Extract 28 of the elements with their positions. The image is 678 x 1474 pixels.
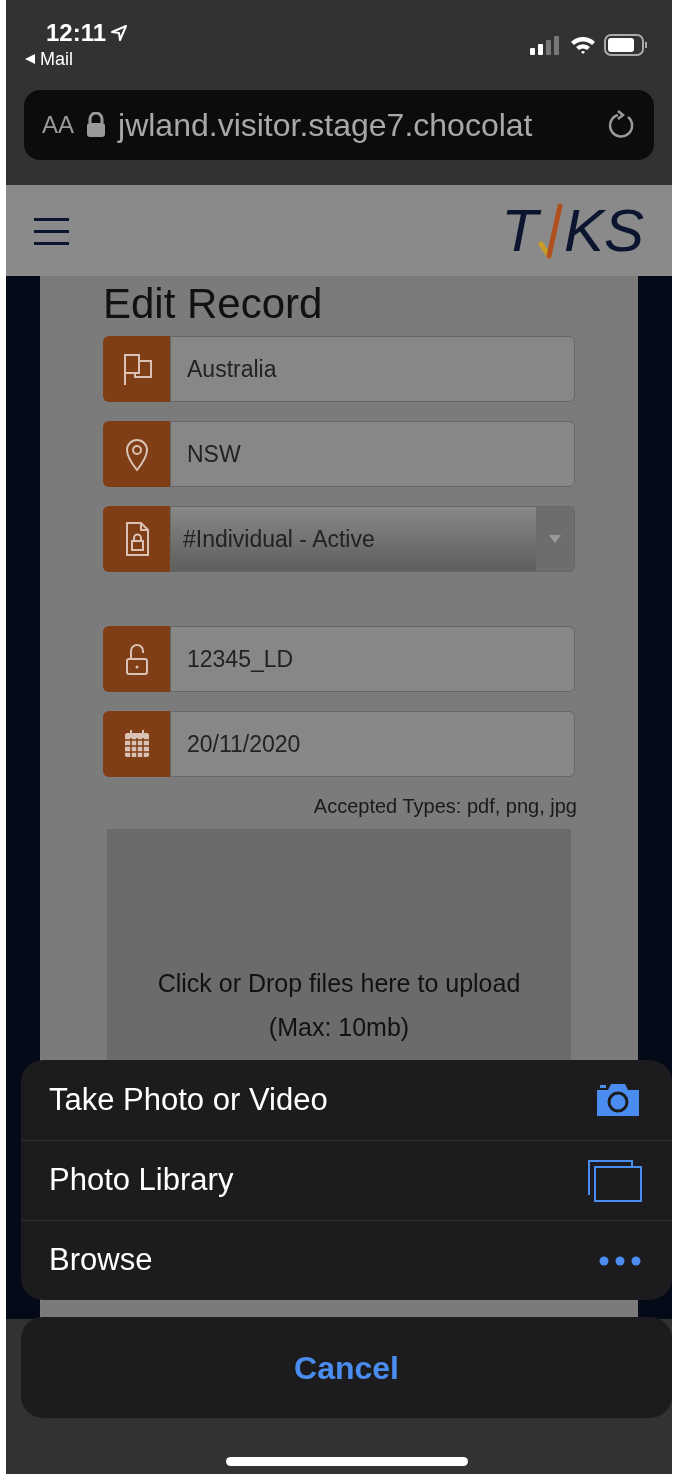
wifi-icon [570,35,596,55]
input-field[interactable]: Australia [170,336,575,402]
photo-stack-icon [588,1159,642,1202]
modal-title: Edit Record [103,280,324,328]
camera-icon [594,1082,642,1118]
back-triangle-icon[interactable] [24,53,36,65]
input-field[interactable]: NSW [170,421,575,487]
input-field[interactable]: 20/11/2020 [170,711,575,777]
dropdown-field[interactable]: #Individual - Active [170,506,575,572]
action-sheet-option[interactable]: Browse [21,1220,672,1300]
url-bar[interactable]: AA jwland.visitor.stage7.chocolat [24,90,654,160]
menu-icon[interactable] [34,215,70,246]
back-to-app-link[interactable]: Mail [40,48,73,70]
site-logo[interactable]: T KS [501,200,644,261]
accepted-types-note: Accepted Types: pdf, png, jpg [312,794,577,819]
location-arrow-icon [110,24,129,42]
clock-time: 12:11 [46,18,107,48]
text-size-button[interactable]: AA [42,107,74,143]
reload-icon[interactable] [606,109,636,141]
signal-icon [530,35,562,55]
url-text: jwland.visitor.stage7.chocolat [118,109,534,141]
battery-icon [604,34,648,56]
cancel-button[interactable]: Cancel [21,1317,672,1418]
lock-icon [86,112,106,138]
action-sheet-option[interactable]: Photo Library [21,1140,672,1220]
input-field[interactable]: 12345_LD [170,626,575,692]
dropdown-caret-icon [548,534,562,544]
more-dots-icon [598,1254,642,1267]
